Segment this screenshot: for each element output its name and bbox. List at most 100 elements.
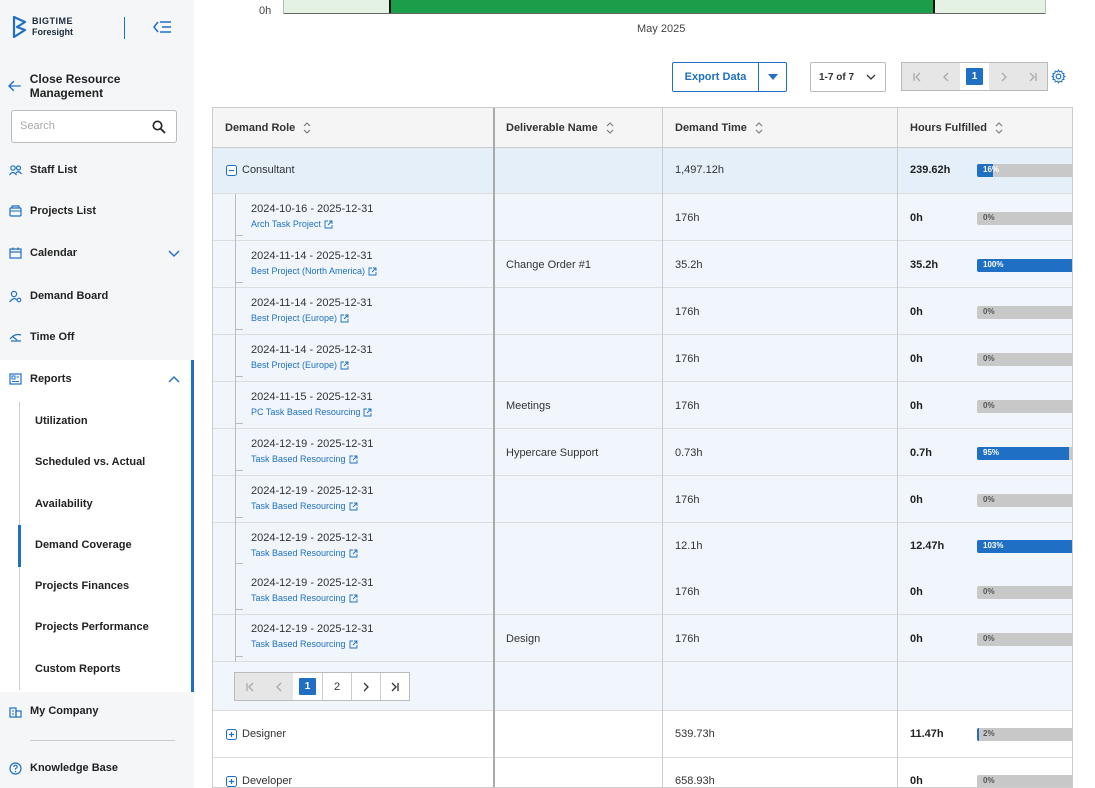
collapse-icon[interactable] bbox=[226, 165, 237, 176]
project-link[interactable]: Task Based Resourcing bbox=[251, 501, 373, 511]
close-resource-management-link[interactable]: Close Resource Management bbox=[8, 72, 194, 100]
first-page-button[interactable] bbox=[902, 63, 931, 90]
table-row: 2024-11-14 - 2025-12-31 Best Project (Nor… bbox=[213, 241, 1072, 288]
col-header-hours-fulfilled[interactable]: Hours Fulfilled bbox=[898, 108, 1072, 148]
report-projects-finances[interactable]: Projects Finances bbox=[35, 580, 129, 592]
hours-fulfilled: 0h bbox=[910, 306, 923, 318]
project-link[interactable]: Best Project (Europe) bbox=[251, 313, 373, 323]
sidebar-item-reports[interactable]: Reports bbox=[8, 372, 186, 386]
report-availability[interactable]: Availability bbox=[35, 498, 93, 510]
sidebar-item-time-off[interactable]: Time Off bbox=[8, 330, 186, 344]
chevron-left-icon bbox=[275, 682, 281, 691]
demand-cell: 2024-11-14 - 2025-12-31 Best Project (Eur… bbox=[251, 297, 373, 323]
page-size-select[interactable]: 1-7 of 7 bbox=[810, 62, 886, 92]
table-row: 2024-11-14 - 2025-12-31 Best Project (Eur… bbox=[213, 288, 1072, 335]
progress-label: 0% bbox=[983, 776, 995, 785]
report-custom-reports[interactable]: Custom Reports bbox=[35, 663, 121, 675]
progress-bar: 100% bbox=[977, 259, 1072, 272]
first-page-button[interactable] bbox=[235, 673, 264, 700]
sidebar-item-demand-board[interactable]: Demand Board bbox=[8, 289, 186, 303]
project-link[interactable]: Best Project (North America) bbox=[251, 266, 377, 276]
search-icon[interactable] bbox=[152, 120, 166, 134]
inner-page-2-button[interactable]: 2 bbox=[322, 673, 351, 700]
page-1-button[interactable]: 1 bbox=[960, 63, 989, 90]
report-utilization[interactable]: Utilization bbox=[35, 415, 88, 427]
table-row-group-developer: Developer 658.93h 0h 0% bbox=[213, 758, 1072, 787]
tree-branch bbox=[235, 470, 243, 471]
group-progress-bar: 2% bbox=[977, 728, 1072, 741]
prev-page-button[interactable] bbox=[264, 673, 293, 700]
sidebar-item-projects-list[interactable]: Projects List bbox=[8, 204, 186, 218]
collapse-sidebar-icon[interactable] bbox=[151, 18, 173, 36]
search-input[interactable] bbox=[20, 120, 150, 132]
sidebar-item-label: Staff List bbox=[30, 164, 78, 176]
report-icon bbox=[8, 372, 22, 386]
progress-label: 0% bbox=[983, 213, 995, 222]
col-header-demand-role[interactable]: Demand Role bbox=[213, 108, 494, 148]
tree-line bbox=[235, 194, 236, 241]
table-row: 2024-12-19 - 2025-12-31 Task Based Resour… bbox=[213, 476, 1072, 523]
hours-fulfilled: 0h bbox=[910, 353, 923, 365]
last-page-button[interactable] bbox=[380, 673, 409, 700]
calendar-icon bbox=[8, 246, 22, 260]
caret-down-icon bbox=[767, 74, 778, 80]
demand-cell: 2024-12-19 - 2025-12-31 Task Based Resour… bbox=[251, 577, 373, 603]
col-header-deliverable-name[interactable]: Deliverable Name bbox=[494, 108, 663, 148]
tree-line bbox=[235, 288, 236, 335]
chart-plot-area bbox=[283, 0, 1046, 14]
demand-time: 0.73h bbox=[675, 447, 703, 459]
export-dropdown-button[interactable] bbox=[758, 63, 786, 91]
col-header-label: Hours Fulfilled bbox=[910, 122, 987, 134]
progress-label: 0% bbox=[983, 587, 995, 596]
inner-pagination: 1 2 bbox=[234, 672, 410, 701]
sidebar-item-staff-list[interactable]: Staff List bbox=[8, 163, 186, 177]
project-link[interactable]: Task Based Resourcing bbox=[251, 593, 373, 603]
next-page-button[interactable] bbox=[989, 63, 1018, 90]
next-page-button[interactable] bbox=[351, 673, 380, 700]
page-size-label: 1-7 of 7 bbox=[819, 71, 855, 83]
demand-time: 176h bbox=[675, 586, 700, 598]
users-icon bbox=[8, 163, 22, 177]
project-name: Task Based Resourcing bbox=[251, 454, 346, 464]
report-scheduled-vs-actual[interactable]: Scheduled vs. Actual bbox=[35, 456, 145, 468]
project-link[interactable]: Best Project (Europe) bbox=[251, 360, 373, 370]
active-report-indicator bbox=[18, 525, 21, 567]
tree-branch bbox=[235, 282, 243, 283]
project-link[interactable]: Task Based Resourcing bbox=[251, 454, 373, 464]
tree-branch bbox=[235, 563, 243, 564]
project-link[interactable]: Arch Task Project bbox=[251, 219, 373, 229]
sidebar-item-calendar[interactable]: Calendar bbox=[8, 246, 186, 260]
sidebar-item-knowledge-base[interactable]: Knowledge Base bbox=[8, 761, 186, 775]
tree-line bbox=[235, 382, 236, 429]
progress-label: 0% bbox=[983, 634, 995, 643]
progress-label: 103% bbox=[983, 541, 1004, 550]
group-role-label: Developer bbox=[242, 775, 293, 787]
project-link[interactable]: Task Based Resourcing bbox=[251, 548, 373, 558]
report-demand-coverage[interactable]: Demand Coverage bbox=[35, 539, 132, 551]
expand-icon[interactable] bbox=[226, 776, 237, 787]
hours-fulfilled: 35.2h bbox=[910, 259, 939, 271]
chevron-down-icon bbox=[866, 74, 876, 80]
building-icon bbox=[8, 704, 22, 718]
hours-fulfilled: 0h bbox=[910, 633, 923, 645]
last-page-button[interactable] bbox=[1018, 63, 1047, 90]
progress-label: 2% bbox=[983, 729, 995, 738]
prev-page-button[interactable] bbox=[931, 63, 960, 90]
expand-icon[interactable] bbox=[226, 729, 237, 740]
folder-icon bbox=[8, 204, 22, 218]
table-header: Demand Role Deliverable Name Demand Time… bbox=[213, 108, 1072, 148]
project-link[interactable]: Task Based Resourcing bbox=[251, 639, 373, 649]
demand-time: 176h bbox=[675, 353, 700, 365]
report-projects-performance[interactable]: Projects Performance bbox=[35, 621, 149, 633]
inner-pager-filler bbox=[494, 662, 1072, 710]
app-logo: BIGTIME Foresight bbox=[12, 16, 73, 38]
sort-icon bbox=[755, 122, 763, 134]
inner-page-1-button[interactable]: 1 bbox=[293, 673, 322, 700]
hours-fulfilled: 0h bbox=[910, 586, 923, 598]
project-link[interactable]: PC Task Based Resourcing bbox=[251, 407, 373, 417]
export-data-button[interactable]: Export Data bbox=[673, 63, 758, 91]
sidebar-item-my-company[interactable]: My Company bbox=[8, 704, 186, 718]
col-header-demand-time[interactable]: Demand Time bbox=[663, 108, 898, 148]
gear-icon[interactable] bbox=[1051, 69, 1066, 84]
logo-line1: BIGTIME bbox=[32, 16, 73, 26]
